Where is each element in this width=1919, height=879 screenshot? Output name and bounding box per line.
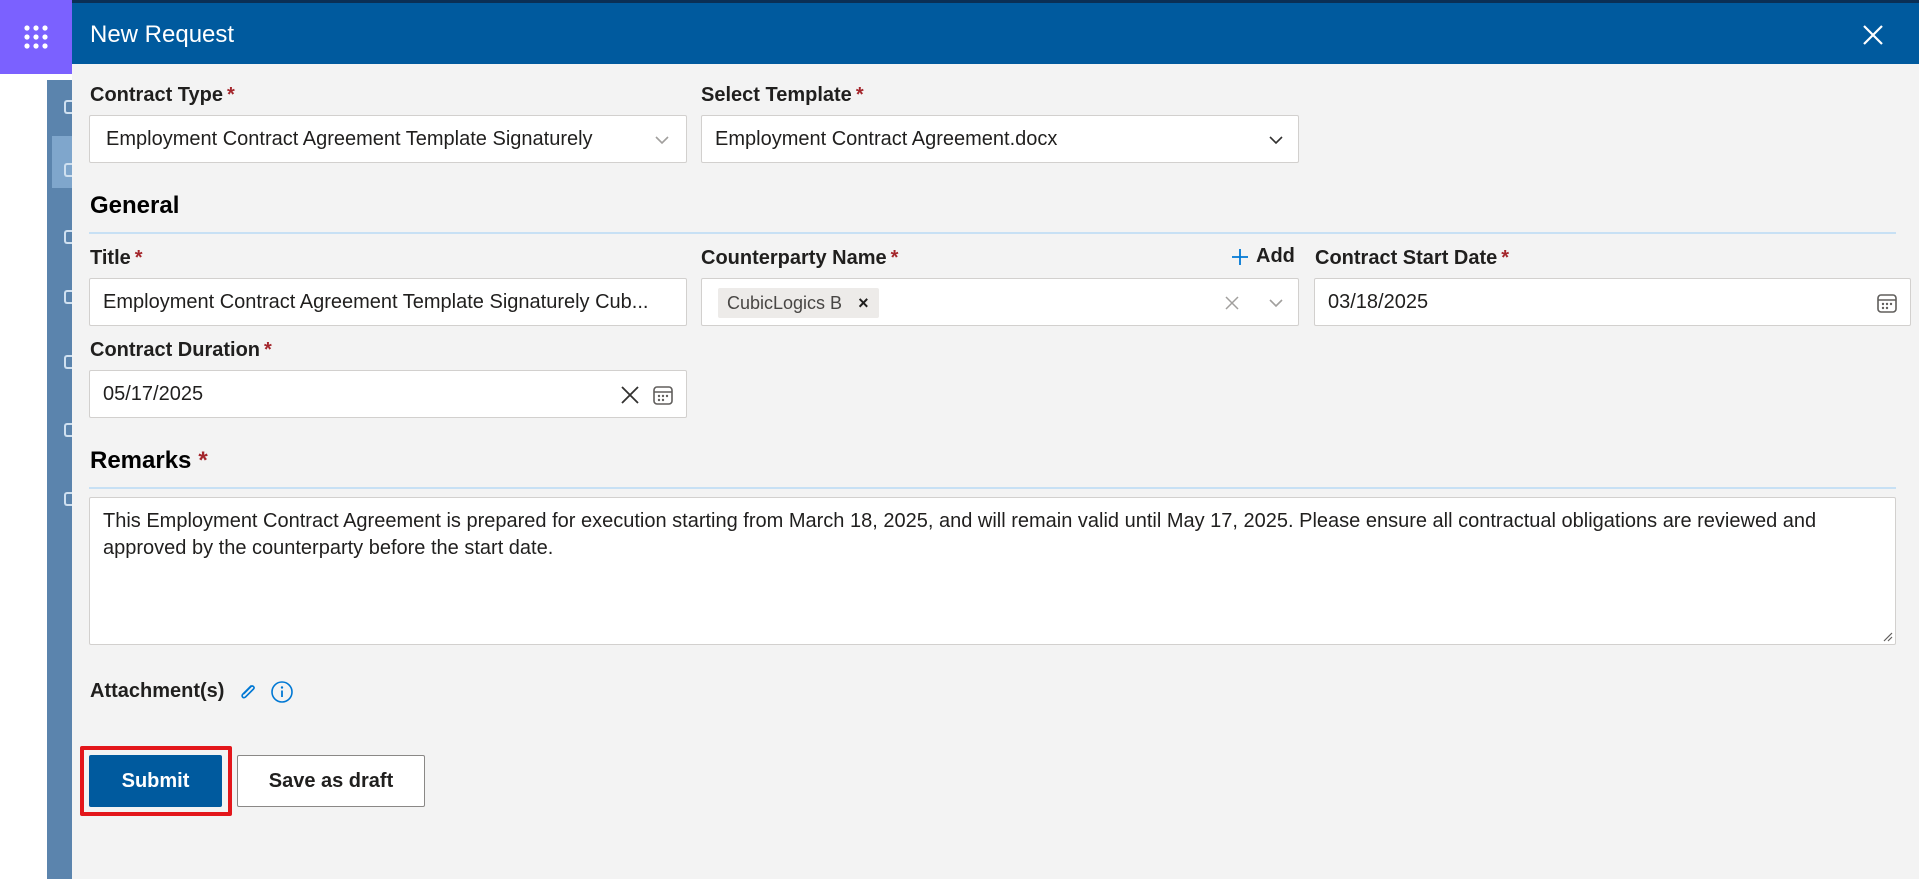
attachments-label: Attachment(s) [90, 680, 225, 702]
counterparty-picker[interactable]: CubicLogics B × [701, 278, 1299, 326]
clear-icon[interactable] [1224, 295, 1240, 311]
menu-icon [64, 100, 72, 114]
new-request-panel: New Request Contract Type * Employment Co… [72, 0, 1919, 879]
submit-button[interactable]: Submit [89, 755, 222, 807]
select-template-dropdown[interactable]: Employment Contract Agreement.docx [701, 115, 1299, 163]
remarks-textarea[interactable]: This Employment Contract Agreement is pr… [89, 497, 1896, 645]
info-icon[interactable] [270, 680, 294, 704]
calendar-icon[interactable] [652, 384, 674, 406]
required-marker: * [264, 339, 272, 361]
start-date-picker[interactable]: 03/18/2025 [1314, 278, 1911, 326]
chevron-down-icon [1269, 136, 1283, 145]
required-marker: * [134, 247, 143, 269]
select-template-value: Employment Contract Agreement.docx [715, 128, 1058, 150]
general-divider [89, 232, 1896, 234]
app-launcher-button[interactable] [0, 0, 72, 74]
panel-header: New Request [72, 0, 1919, 64]
general-heading: General [90, 192, 180, 219]
contract-type-dropdown[interactable]: Employment Contract Agreement Template S… [89, 115, 687, 163]
calendar-icon[interactable] [1876, 292, 1898, 314]
duration-label-text: Contract Duration [90, 339, 260, 361]
save-as-draft-button[interactable]: Save as draft [237, 755, 425, 807]
duration-label: Contract Duration * [90, 339, 272, 362]
start-date-label-text: Contract Start Date [1315, 247, 1498, 269]
required-marker: * [198, 447, 208, 474]
nav-icon [64, 230, 72, 244]
remarks-divider [89, 487, 1896, 489]
nav-icon [64, 492, 72, 506]
counterparty-chip-label: CubicLogics B [727, 292, 843, 313]
chevron-down-icon [655, 136, 669, 145]
start-date-value: 03/18/2025 [1328, 291, 1429, 313]
background-nav-rail [47, 80, 72, 879]
add-counterparty-label: Add [1256, 245, 1295, 267]
contract-type-value: Employment Contract Agreement Template S… [106, 128, 593, 150]
chip-remove-icon[interactable]: × [858, 293, 869, 314]
background-nav-active-item [52, 136, 72, 188]
add-counterparty-button[interactable]: Add [1230, 245, 1295, 268]
paperclip-icon[interactable] [236, 680, 260, 704]
nav-icon [64, 290, 72, 304]
counterparty-chip: CubicLogics B × [718, 288, 879, 318]
panel-title: New Request [90, 21, 235, 48]
plus-icon [1232, 248, 1248, 265]
nav-icon [64, 355, 72, 369]
select-template-label-text: Select Template [701, 84, 852, 106]
remarks-heading: Remarks * [90, 447, 208, 475]
close-icon[interactable] [1861, 23, 1885, 47]
select-template-label: Select Template * [701, 84, 864, 107]
resize-grip-icon[interactable] [1881, 630, 1893, 642]
title-value: Employment Contract Agreement Template S… [103, 291, 649, 313]
home-icon [64, 163, 72, 177]
chevron-down-icon[interactable] [1266, 293, 1286, 313]
title-label: Title * [90, 247, 143, 270]
contract-type-label: Contract Type * [90, 84, 235, 107]
start-date-label: Contract Start Date * [1315, 247, 1509, 270]
remarks-heading-text: Remarks [90, 447, 192, 474]
counterparty-label-text: Counterparty Name [701, 247, 887, 269]
counterparty-label: Counterparty Name * [701, 247, 898, 270]
remarks-value: This Employment Contract Agreement is pr… [103, 510, 1817, 559]
title-input[interactable]: Employment Contract Agreement Template S… [89, 278, 687, 326]
required-marker: * [855, 84, 864, 106]
duration-date-picker[interactable]: 05/17/2025 [89, 370, 687, 418]
required-marker: * [1501, 247, 1510, 269]
required-marker: * [226, 84, 235, 106]
nav-icon [64, 423, 72, 437]
contract-type-label-text: Contract Type [90, 84, 223, 106]
duration-value: 05/17/2025 [103, 383, 204, 405]
title-label-text: Title [90, 247, 131, 269]
waffle-icon [24, 25, 48, 49]
required-marker: * [890, 247, 899, 269]
clear-icon[interactable] [620, 385, 640, 405]
